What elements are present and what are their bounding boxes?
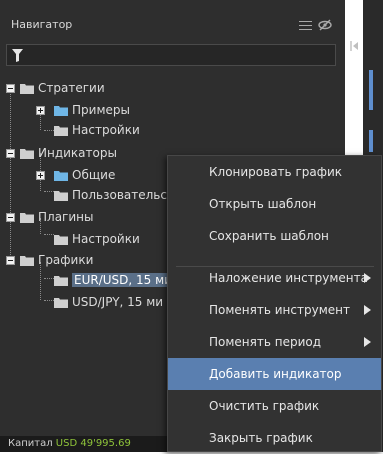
context-menu-item-label: Поменять инструмент [209,303,350,317]
tree-connector [44,300,54,301]
filter-icon[interactable] [12,49,23,62]
tree-connector [44,130,54,131]
submenu-arrow-icon [364,305,371,315]
expand-icon[interactable] [36,106,45,115]
collapse-arrow-icon[interactable] [350,40,360,52]
menu-icon[interactable] [299,21,312,30]
tree-item-label: EUR/USD, 15 ми [72,273,174,287]
tree-item[interactable]: EUR/USD, 15 ми [72,270,174,290]
context-menu-item[interactable]: Поменять инструмент [168,294,381,326]
navigator-header: Навигатор [0,12,340,38]
folder-icon [54,191,68,201]
tree-item[interactable]: Примеры [72,100,130,120]
tree-item-label: Общие [72,168,116,182]
context-menu-item[interactable]: Очистить график [168,390,381,422]
tree-connector [44,191,54,192]
tree-item[interactable]: Пользовательс [72,185,167,205]
tree-item-label: Индикаторы [38,146,117,160]
collapse-icon[interactable] [6,213,15,222]
capital-label: Капитал [8,438,53,449]
folder-icon [54,106,68,116]
tree-item[interactable]: Настройки [72,229,140,249]
context-menu-item-label: Добавить индикатор [209,367,342,381]
menu-separator [176,266,374,267]
tree-connector [10,89,11,257]
tree-item[interactable]: Стратегии [38,78,105,98]
tree-item[interactable]: USD/JPY, 15 ми [72,292,163,312]
folder-icon [20,256,34,266]
collapse-icon[interactable] [6,84,15,93]
chart-candle [369,130,373,152]
tree-item-label: Стратегии [38,81,105,95]
status-bar: Капитал USD 49'995.69 [0,436,170,452]
folder-icon [54,276,68,286]
context-menu: Клонировать график Открыть шаблон Сохранит… [167,155,382,452]
collapse-icon[interactable] [6,256,15,265]
folder-icon [20,213,34,223]
navigator-title: Навигатор [11,18,73,31]
context-menu-item[interactable]: Добавить индикатор [168,358,381,390]
chart-candle [369,70,373,110]
context-menu-item[interactable]: Закрыть график [168,422,381,450]
folder-icon [20,149,34,159]
tree-item-label: USD/JPY, 15 ми [72,295,164,309]
tree-item-label: Графики [38,253,94,267]
context-menu-item-label: Наложение инструмента [209,271,368,285]
collapse-icon[interactable] [6,149,15,158]
context-menu-item[interactable]: Открыть шаблон [168,188,381,220]
expand-icon[interactable] [36,171,45,180]
context-menu-item-label: Очистить график [209,399,320,413]
context-menu-item[interactable]: Сохранить шаблон [168,220,381,252]
tree-item[interactable]: Настройки [72,120,140,140]
folder-icon [54,235,68,245]
tree-item-label: Настройки [72,232,140,246]
filter-input[interactable] [6,44,336,66]
tree-connector [44,234,54,235]
context-menu-item-label: Поменять период [209,335,322,349]
context-menu-item-label: Сохранить шаблон [209,229,329,243]
tree-item-label: Настройки [72,123,140,137]
tree-item[interactable]: Графики [38,250,93,270]
tree-item-label: Пользовательс [72,188,167,202]
submenu-arrow-icon [364,273,371,283]
folder-icon [54,126,68,136]
context-menu-item-label: Открыть шаблон [209,197,317,211]
folder-icon [54,298,68,308]
eye-slash-icon[interactable] [318,19,332,31]
context-menu-item-label: Закрыть график [209,431,313,445]
context-menu-item-label: Клонировать график [209,165,343,179]
capital-value: USD 49'995.69 [55,438,131,449]
tree-item[interactable]: Плагины [38,207,93,227]
context-menu-item[interactable]: Клонировать график [168,156,381,188]
tree-connector [44,278,54,279]
folder-icon [20,84,34,94]
tree-item-label: Примеры [72,103,130,117]
tree-item-label: Плагины [38,210,94,224]
folder-icon [54,171,68,181]
tree-item[interactable]: Общие [72,165,115,185]
tree-item[interactable]: Индикаторы [38,143,117,163]
context-menu-item[interactable]: Поменять период [168,326,381,358]
submenu-arrow-icon [364,337,371,347]
